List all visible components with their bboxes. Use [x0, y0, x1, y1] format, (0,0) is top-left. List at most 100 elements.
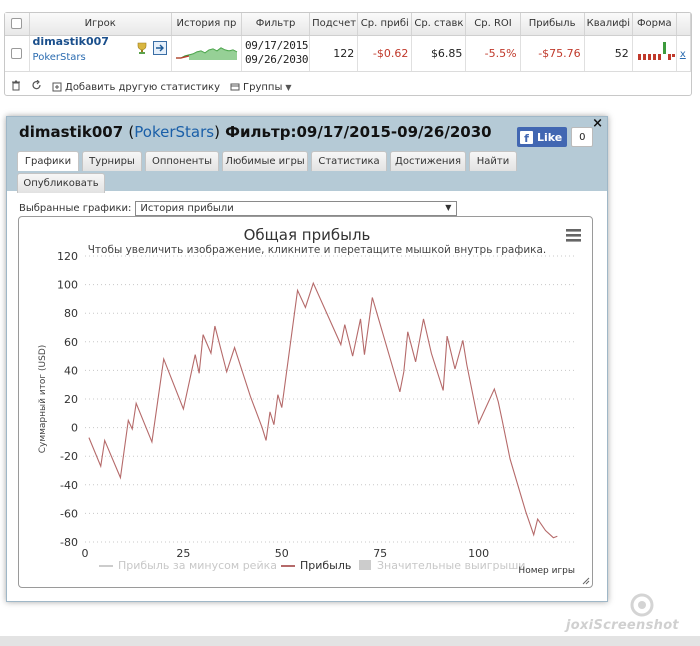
- filter-date-start: 09/17/2015-: [244, 39, 310, 52]
- y-tick-label: -40: [60, 479, 78, 492]
- chart-container[interactable]: Общая прибыль Чтобы увеличить изображение…: [18, 216, 593, 588]
- watermark-text: joxiScreenshot: [566, 618, 679, 633]
- profit-chart[interactable]: Общая прибыльЧтобы увеличить изображение…: [19, 217, 592, 587]
- window-title: dimastik007 (PokerStars) Фильтр:09/17/20…: [19, 123, 492, 141]
- x-axis-label: Номер игры: [518, 566, 575, 576]
- stats-panel: Игрок История пр Фильтр Подсчет Ср. приб…: [4, 12, 692, 96]
- history-sparkline-cell[interactable]: [171, 35, 242, 72]
- tab-statistics[interactable]: Статистика: [311, 151, 387, 171]
- refresh-icon[interactable]: [31, 79, 42, 94]
- trash-icon[interactable]: [11, 80, 21, 94]
- chart-menu-icon[interactable]: [566, 229, 581, 242]
- column-header-blank: [676, 13, 692, 36]
- y-tick-label: -60: [60, 507, 78, 520]
- window-header: dimastik007 (PokerStars) Фильтр:09/17/20…: [7, 116, 607, 193]
- add-stats-icon: [52, 82, 62, 92]
- legend-marker-big-wins: [359, 560, 371, 570]
- title-player-name: dimastik007: [19, 123, 124, 141]
- export-icon[interactable]: [153, 41, 167, 55]
- select-all-header[interactable]: [5, 13, 30, 36]
- count-cell: 122: [309, 35, 359, 72]
- facebook-icon: f: [520, 130, 533, 144]
- column-header-player[interactable]: Игрок: [29, 13, 172, 36]
- column-header-history[interactable]: История пр: [171, 13, 242, 36]
- column-header-profit[interactable]: Прибыль: [520, 13, 585, 36]
- tab-tournaments[interactable]: Турниры: [82, 151, 142, 171]
- title-site-link[interactable]: PokerStars: [134, 123, 214, 141]
- stats-table: Игрок История пр Фильтр Подсчет Ср. приб…: [5, 13, 692, 72]
- facebook-like-button[interactable]: f Like: [517, 127, 568, 147]
- groups-icon: [230, 83, 240, 91]
- chart-selector-row: Выбранные графики: История прибыли ▼: [19, 201, 458, 216]
- select-all-checkbox[interactable]: [11, 18, 23, 30]
- legend-item-big-wins: Значительные выигрыши: [377, 559, 525, 572]
- y-tick-label: 40: [64, 364, 78, 377]
- title-paren-close: ): [214, 123, 220, 141]
- close-icon[interactable]: ×: [592, 116, 603, 131]
- y-axis-label: Суммарный итог (USD): [38, 345, 48, 454]
- legend-item-profit: Прибыль: [300, 559, 351, 572]
- column-header-qualification[interactable]: Квалифі: [584, 13, 633, 36]
- tab-favorite-games[interactable]: Любимые игры: [222, 151, 308, 171]
- avg-roi-cell: -5.5%: [465, 35, 521, 72]
- resize-grip-icon[interactable]: [582, 577, 590, 585]
- legend-item-net-profit: Прибыль за минусом рейка: [118, 559, 277, 572]
- y-tick-label: -80: [60, 536, 78, 549]
- groups-dropdown[interactable]: Группы ▼: [230, 82, 292, 93]
- table-row: dimastik007 PokerStars 09/17/2015- 09/26…: [5, 35, 692, 72]
- add-stats-label: Добавить другую статистику: [65, 81, 221, 93]
- y-tick-label: -20: [60, 450, 78, 463]
- x-tick-label: 0: [82, 547, 89, 560]
- column-header-avg-profit[interactable]: Ср. прибі: [357, 13, 413, 36]
- camera-icon: [630, 593, 654, 617]
- player-name-link[interactable]: dimastik007: [33, 35, 168, 48]
- tab-search[interactable]: Найти: [469, 151, 517, 171]
- form-cell[interactable]: [632, 35, 677, 72]
- y-tick-label: 60: [64, 336, 78, 349]
- series-line-profit: [88, 281, 558, 539]
- avg-stake-cell: $6.85: [411, 35, 467, 72]
- stats-toolbar: Добавить другую статистику Группы ▼: [11, 79, 292, 95]
- y-tick-label: 100: [57, 279, 78, 292]
- filter-cell: 09/17/2015- 09/26/2030: [241, 35, 311, 72]
- chart-selector-dropdown[interactable]: История прибыли ▼: [135, 201, 458, 216]
- watermark-logo: joxiScreenshot: [566, 590, 696, 636]
- column-header-form[interactable]: Форма: [632, 13, 677, 36]
- remove-row-link[interactable]: x: [680, 49, 686, 60]
- y-tick-label: 0: [71, 422, 78, 435]
- row-checkbox[interactable]: [11, 47, 23, 59]
- filter-date-end: 09/26/2030: [244, 53, 309, 66]
- y-tick-label: 20: [64, 393, 78, 406]
- chart-subtitle: Чтобы увеличить изображение, кликните и …: [88, 244, 547, 256]
- profit-cell: -$75.76: [520, 35, 585, 72]
- chevron-down-icon: ▼: [445, 203, 452, 212]
- facebook-like-count: 0: [571, 127, 594, 147]
- column-header-avg-roi[interactable]: Ср. ROI: [465, 13, 521, 36]
- player-cell: dimastik007 PokerStars: [29, 35, 172, 72]
- player-site-link[interactable]: PokerStars: [33, 52, 168, 63]
- y-tick-label: 120: [57, 250, 78, 263]
- row-select-cell[interactable]: [5, 35, 30, 72]
- avg-profit-cell: -$0.62: [357, 35, 413, 72]
- form-bars-icon[interactable]: [636, 40, 676, 64]
- tab-achievements[interactable]: Достижения: [390, 151, 466, 171]
- bottom-strip: [0, 636, 700, 646]
- qualification-cell: 52: [584, 35, 633, 72]
- facebook-like: f Like 0: [517, 127, 594, 147]
- trophy-icon[interactable]: [137, 42, 147, 55]
- add-stats-button[interactable]: Добавить другую статистику: [52, 82, 220, 93]
- remove-cell: x: [676, 35, 692, 72]
- title-filter: Фильтр:09/17/2015-09/26/2030: [225, 123, 492, 141]
- tab-publish[interactable]: Опубликовать: [17, 173, 105, 193]
- column-header-avg-stake[interactable]: Ср. ставк: [411, 13, 467, 36]
- column-header-filter[interactable]: Фильтр: [241, 13, 311, 36]
- y-tick-label: 80: [64, 307, 78, 320]
- tab-opponents[interactable]: Оппоненты: [145, 151, 219, 171]
- profit-history-sparkline[interactable]: [175, 42, 239, 62]
- groups-label: Группы: [243, 81, 283, 93]
- column-header-count[interactable]: Подсчет: [309, 13, 359, 36]
- tab-charts[interactable]: Графики: [17, 151, 79, 171]
- facebook-like-label: Like: [537, 130, 563, 144]
- chevron-down-icon: ▼: [285, 82, 292, 92]
- player-window: dimastik007 (PokerStars) Фильтр:09/17/20…: [6, 116, 608, 602]
